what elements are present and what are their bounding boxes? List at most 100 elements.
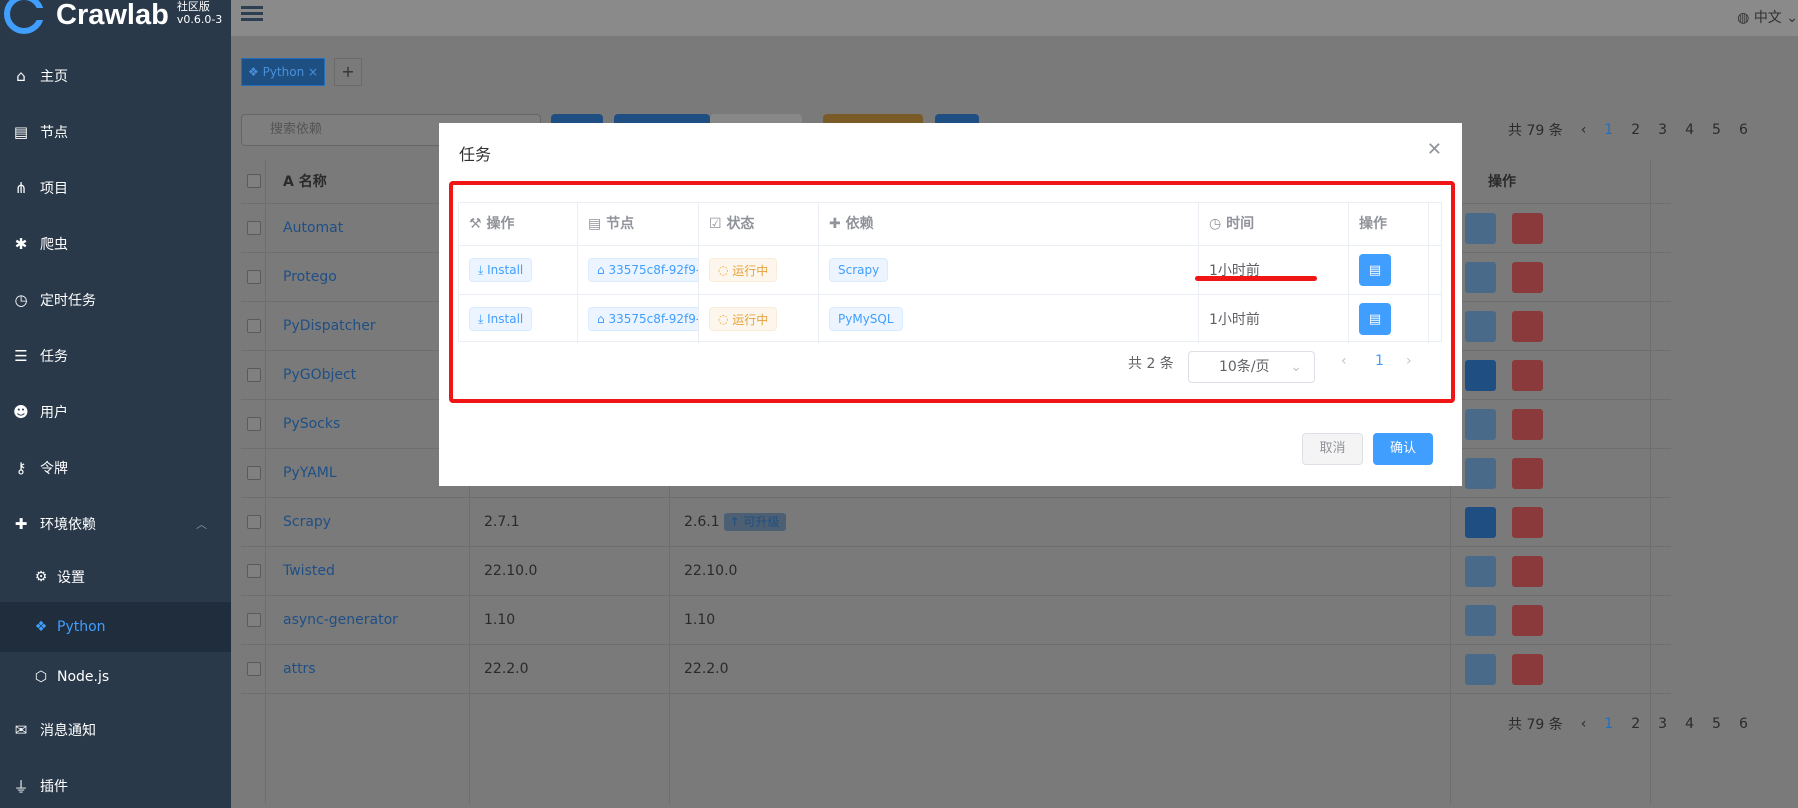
install-button[interactable] [1465, 654, 1496, 685]
confirm-button[interactable]: 确认 [1373, 433, 1433, 465]
sidebar-toggle-icon[interactable] [241, 3, 263, 25]
view-logs-button[interactable]: ▤ [1359, 303, 1391, 335]
loading-icon: ◌ [718, 263, 733, 277]
uninstall-button[interactable] [1512, 213, 1543, 244]
page-2[interactable]: 2 [1631, 716, 1640, 732]
sidebar-item-python[interactable]: ❖ Python [0, 602, 231, 652]
app-edition: 社区版 [176, 0, 210, 13]
dependency-name[interactable]: Twisted [283, 547, 335, 596]
globe-icon: ◍ [1737, 10, 1754, 26]
page-size-select[interactable]: 10条/页 ⌄ [1188, 351, 1315, 383]
page-5[interactable]: 5 [1712, 122, 1721, 138]
page-1[interactable]: 1 [1604, 122, 1613, 138]
uninstall-button[interactable] [1512, 409, 1543, 440]
uninstall-button[interactable] [1512, 262, 1543, 293]
install-button[interactable] [1465, 556, 1496, 587]
sidebar-item-plugins[interactable]: ⏚ 插件 [0, 758, 231, 808]
sidebar-item-nodes[interactable]: ▤ 节点 [0, 104, 231, 160]
dependency-name[interactable]: Scrapy [283, 498, 331, 547]
sidebar-item-nodejs[interactable]: ⬡ Node.js [0, 652, 231, 702]
install-button[interactable] [1465, 458, 1496, 489]
sidebar-item-schedules[interactable]: ◷ 定时任务 [0, 272, 231, 328]
sidebar-item-notifications[interactable]: ✉ 消息通知 [0, 702, 231, 758]
dialog-page-1[interactable]: 1 [1375, 353, 1384, 369]
uninstall-button[interactable] [1512, 556, 1543, 587]
close-icon[interactable]: ✕ [1427, 139, 1442, 160]
dependency-name[interactable]: PySocks [283, 400, 340, 449]
dependency-name[interactable]: Automat [283, 204, 343, 253]
close-icon[interactable]: × [304, 65, 318, 79]
page-6[interactable]: 6 [1739, 716, 1748, 732]
row-checkbox[interactable] [247, 466, 261, 480]
row-checkbox[interactable] [247, 319, 261, 333]
row-checkbox[interactable] [247, 368, 261, 382]
uninstall-button[interactable] [1512, 654, 1543, 685]
row-checkbox[interactable] [247, 417, 261, 431]
page-2[interactable]: 2 [1631, 122, 1640, 138]
page-1[interactable]: 1 [1604, 716, 1613, 732]
sidebar-item-environment[interactable]: ✚ 环境依赖 ︿ [0, 496, 231, 552]
next-page-icon[interactable]: › [1406, 353, 1412, 369]
dependency-name[interactable]: attrs [283, 645, 316, 694]
sidebar-item-tokens[interactable]: ⚷ 令牌 [0, 440, 231, 496]
sidebar-item-label: 设置 [57, 570, 85, 586]
row-checkbox[interactable] [247, 515, 261, 529]
row-checkbox[interactable] [247, 270, 261, 284]
prev-page-icon[interactable]: ‹ [1341, 353, 1347, 369]
dependency-name[interactable]: PyDispatcher [283, 302, 376, 351]
sidebar-item-users[interactable]: ☻ 用户 [0, 384, 231, 440]
sidebar-item-projects[interactable]: ⋔ 项目 [0, 160, 231, 216]
language-label: 中文 [1753, 10, 1782, 26]
row-checkbox[interactable] [247, 613, 261, 627]
column-action: ⚒ 操作 [459, 203, 578, 245]
uninstall-button[interactable] [1512, 360, 1543, 391]
uninstall-button[interactable] [1512, 311, 1543, 342]
dependency-name[interactable]: PyGObject [283, 351, 356, 400]
page-6[interactable]: 6 [1739, 122, 1748, 138]
row-checkbox[interactable] [247, 662, 261, 676]
install-button[interactable] [1465, 311, 1496, 342]
sidebar-item-tasks[interactable]: ☰ 任务 [0, 328, 231, 384]
page-4[interactable]: 4 [1685, 122, 1694, 138]
row-checkbox[interactable] [247, 564, 261, 578]
sidebar-item-home[interactable]: ⌂ 主页 [0, 48, 231, 104]
sidebar-item-spiders[interactable]: ✱ 爬虫 [0, 216, 231, 272]
dependency-name[interactable]: async-generator [283, 596, 398, 645]
install-button[interactable] [1465, 409, 1496, 440]
install-button[interactable] [1465, 507, 1496, 538]
clock-icon: ◷ [1209, 216, 1227, 232]
home-icon: ⌂ [597, 312, 609, 326]
sidebar-item-label: 消息通知 [40, 723, 96, 739]
language-switch[interactable]: ◍ 中文 ⌄ [1737, 7, 1798, 27]
install-button[interactable] [1465, 360, 1496, 391]
dependency-name[interactable]: PyYAML [283, 449, 337, 498]
uninstall-button[interactable] [1512, 507, 1543, 538]
table-row: attrs 22.2.0 22.2.0 [241, 645, 1671, 694]
dependency-name[interactable]: Protego [283, 253, 337, 302]
view-logs-button[interactable]: ▤ [1359, 254, 1391, 286]
install-button[interactable] [1465, 213, 1496, 244]
prev-page-icon[interactable]: ‹ [1581, 122, 1587, 138]
node-tag[interactable]: ⌂ 33575c8f-92f9- [588, 258, 698, 282]
sidebar-menu: ⌂ 主页 ▤ 节点 ⋔ 项目 ✱ 爬虫 ◷ 定时任务 ☰ 任务 ☻ 用户 ⚷ 令牌 ✚ 环境依赖 ︿… [0, 48, 231, 808]
add-tab-button[interactable]: + [334, 58, 362, 86]
tab-python[interactable]: ❖ Python × [241, 58, 326, 86]
page-5[interactable]: 5 [1712, 716, 1721, 732]
select-all-checkbox[interactable] [247, 174, 261, 188]
install-button[interactable] [1465, 605, 1496, 636]
uninstall-button[interactable] [1512, 458, 1543, 489]
cancel-button[interactable]: 取消 [1302, 433, 1363, 465]
install-button[interactable] [1465, 262, 1496, 293]
logo[interactable]: Crawlab 社区版 v0.6.0-3 [0, 0, 231, 36]
prev-page-icon[interactable]: ‹ [1581, 716, 1587, 732]
installed-version: 22.2.0 [484, 661, 529, 677]
node-tag[interactable]: ⌂ 33575c8f-92f9- [588, 307, 698, 331]
page-3[interactable]: 3 [1658, 716, 1667, 732]
highlight-underline [1195, 276, 1317, 281]
uninstall-button[interactable] [1512, 605, 1543, 636]
page-3[interactable]: 3 [1658, 122, 1667, 138]
row-checkbox[interactable] [247, 221, 261, 235]
page-4[interactable]: 4 [1685, 716, 1694, 732]
sidebar-item-settings[interactable]: ⚙ 设置 [0, 552, 231, 602]
chevron-down-icon: ⌄ [1290, 359, 1302, 375]
